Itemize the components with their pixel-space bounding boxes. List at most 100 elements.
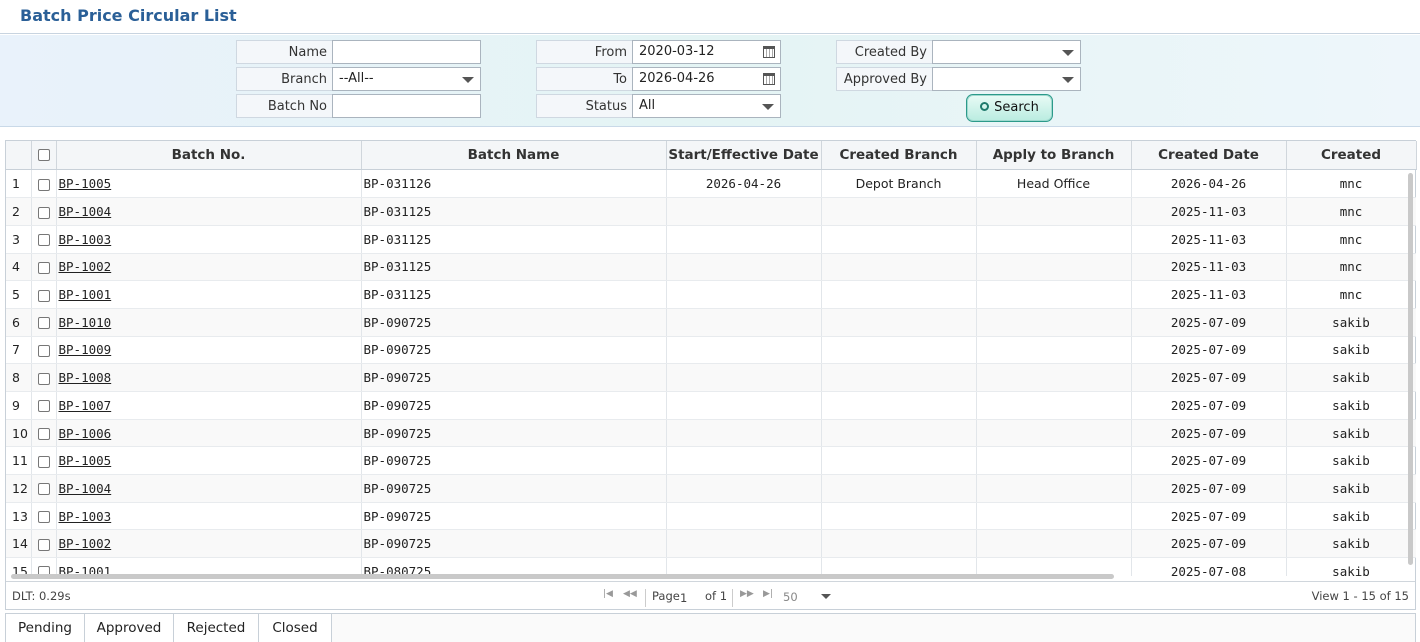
row-checkbox-cell	[31, 225, 57, 254]
tab-rejected[interactable]: Rejected	[174, 614, 259, 642]
vertical-scrollbar[interactable]	[1408, 173, 1413, 565]
batch-no-link[interactable]: BP-1009	[56, 336, 362, 365]
column-header[interactable]: Created Branch	[821, 141, 977, 170]
select-all-checkbox[interactable]	[37, 148, 50, 161]
table-row[interactable]: 1 BP-1005 BP-031126 2026-04-26 Depot Branch H…	[6, 170, 1416, 199]
batch-no-link[interactable]: BP-1007	[56, 391, 362, 420]
horizontal-scrollbar[interactable]	[11, 574, 1114, 579]
table-row[interactable]: 12 BP-1004 BP-090725 2025-07-09 sakib	[6, 474, 1416, 503]
status-select[interactable]: All	[632, 94, 781, 118]
tab-approved[interactable]: Approved	[85, 614, 174, 642]
batch-no-input[interactable]	[332, 94, 481, 118]
table-row[interactable]: 2 BP-1004 BP-031125 2025-11-03 mnc	[6, 197, 1416, 226]
column-header[interactable]: Created	[1286, 141, 1417, 170]
prev-page-icon[interactable]: ◀◀	[623, 589, 637, 599]
start-date-cell	[666, 419, 822, 448]
row-checkbox[interactable]	[37, 372, 50, 385]
row-checkbox[interactable]	[37, 455, 50, 468]
created-date-cell: 2025-07-08	[1131, 557, 1287, 576]
row-number: 3	[6, 225, 32, 254]
batch-no-link[interactable]: BP-1002	[56, 529, 362, 559]
table-row[interactable]: 7 BP-1009 BP-090725 2025-07-09 sakib	[6, 336, 1416, 365]
chevron-down-icon	[762, 104, 774, 110]
batch-no-link[interactable]: BP-1005	[56, 170, 362, 199]
created-by-cell: sakib	[1286, 474, 1416, 503]
table-row[interactable]: 6 BP-1010 BP-090725 2025-07-09 sakib	[6, 308, 1416, 337]
row-checkbox[interactable]	[37, 344, 50, 357]
tab-pending[interactable]: Pending	[6, 614, 85, 642]
start-date-cell	[666, 197, 822, 226]
row-checkbox[interactable]	[37, 178, 50, 191]
table-row[interactable]: 4 BP-1002 BP-031125 2025-11-03 mnc	[6, 253, 1416, 282]
created-by-select[interactable]	[932, 40, 1081, 64]
filter-panel: Name Branch --All-- Batch No From 2020-0…	[0, 35, 1420, 127]
apply-branch-cell	[976, 363, 1132, 392]
row-checkbox[interactable]	[37, 483, 50, 496]
table-row[interactable]: 14 BP-1002 BP-090725 2025-07-09 sakib	[6, 529, 1416, 559]
column-header[interactable]: Created Date	[1131, 141, 1287, 170]
row-checkbox[interactable]	[37, 261, 50, 274]
row-checkbox[interactable]	[37, 538, 50, 551]
batch-no-link[interactable]: BP-1005	[56, 446, 362, 476]
branch-select[interactable]: --All--	[332, 67, 481, 91]
created-branch-cell: Depot Branch	[821, 170, 977, 199]
batch-no-link[interactable]: BP-1001	[56, 280, 362, 309]
created-branch-cell	[821, 474, 977, 503]
next-page-icon[interactable]: ▶▶	[740, 589, 754, 599]
batch-no-link[interactable]: BP-1008	[56, 363, 362, 392]
row-number: 10	[6, 419, 32, 448]
page-total-text: of 1	[705, 589, 728, 603]
created-branch-cell	[821, 391, 977, 420]
from-date-input[interactable]: 2020-03-12	[632, 40, 781, 64]
row-checkbox[interactable]	[37, 400, 50, 413]
row-checkbox[interactable]	[37, 317, 50, 330]
table-row[interactable]: 3 BP-1003 BP-031125 2025-11-03 mnc	[6, 225, 1416, 254]
batch-no-link[interactable]: BP-1010	[56, 308, 362, 337]
page-header: Batch Price Circular List	[0, 0, 1420, 34]
row-checkbox[interactable]	[37, 289, 50, 302]
batch-no-link[interactable]: BP-1004	[56, 474, 362, 503]
row-checkbox[interactable]	[37, 234, 50, 247]
table-row[interactable]: 8 BP-1008 BP-090725 2025-07-09 sakib	[6, 363, 1416, 392]
row-checkbox-cell	[31, 197, 57, 226]
table-row[interactable]: 10 BP-1006 BP-090725 2025-07-09 sakib	[6, 419, 1416, 448]
table-row[interactable]: 13 BP-1003 BP-090725 2025-07-09 sakib	[6, 502, 1416, 531]
row-checkbox[interactable]	[37, 428, 50, 441]
last-page-icon[interactable]: ▶|	[763, 589, 773, 599]
name-input[interactable]	[332, 40, 481, 64]
calendar-icon[interactable]	[763, 73, 775, 85]
created-branch-cell	[821, 253, 977, 282]
search-button[interactable]: Search	[966, 94, 1053, 122]
created-branch-cell	[821, 225, 977, 254]
search-icon	[980, 102, 990, 111]
column-header[interactable]: Batch Name	[361, 141, 667, 170]
batch-no-link[interactable]: BP-1003	[56, 502, 362, 531]
table-row[interactable]: 5 BP-1001 BP-031125 2025-11-03 mnc	[6, 280, 1416, 309]
apply-branch-cell	[976, 502, 1132, 531]
row-checkbox-cell	[31, 529, 57, 559]
page-number-input[interactable]: 1	[676, 589, 696, 607]
table-row[interactable]: 11 BP-1005 BP-090725 2025-07-09 sakib	[6, 446, 1416, 476]
batch-no-link[interactable]: BP-1006	[56, 419, 362, 448]
row-checkbox[interactable]	[37, 206, 50, 219]
first-page-icon[interactable]: |◀	[603, 589, 613, 599]
start-date-cell	[666, 363, 822, 392]
created-date-cell: 2025-11-03	[1131, 253, 1287, 282]
column-header[interactable]: Apply to Branch	[976, 141, 1132, 170]
approved-by-select[interactable]	[932, 67, 1081, 91]
batch-grid: Batch No. Batch Name Start/Effective Dat…	[5, 140, 1417, 610]
calendar-icon[interactable]	[763, 46, 775, 58]
column-header[interactable]: Batch No.	[56, 141, 362, 170]
apply-branch-cell	[976, 253, 1132, 282]
row-checkbox[interactable]	[37, 511, 50, 524]
batch-no-link[interactable]: BP-1003	[56, 225, 362, 254]
tab-closed[interactable]: Closed	[259, 614, 332, 642]
table-row[interactable]: 9 BP-1007 BP-090725 2025-07-09 sakib	[6, 391, 1416, 420]
to-date-input[interactable]: 2026-04-26	[632, 67, 781, 91]
column-header[interactable]: Start/Effective Date	[666, 141, 822, 170]
batch-no-link[interactable]: BP-1004	[56, 197, 362, 226]
rows-per-page-select[interactable]: 50	[783, 588, 833, 605]
grid-body[interactable]: 1 BP-1005 BP-031126 2026-04-26 Depot Branch H…	[6, 170, 1416, 576]
row-checkbox-cell	[31, 502, 57, 531]
batch-no-link[interactable]: BP-1002	[56, 253, 362, 282]
